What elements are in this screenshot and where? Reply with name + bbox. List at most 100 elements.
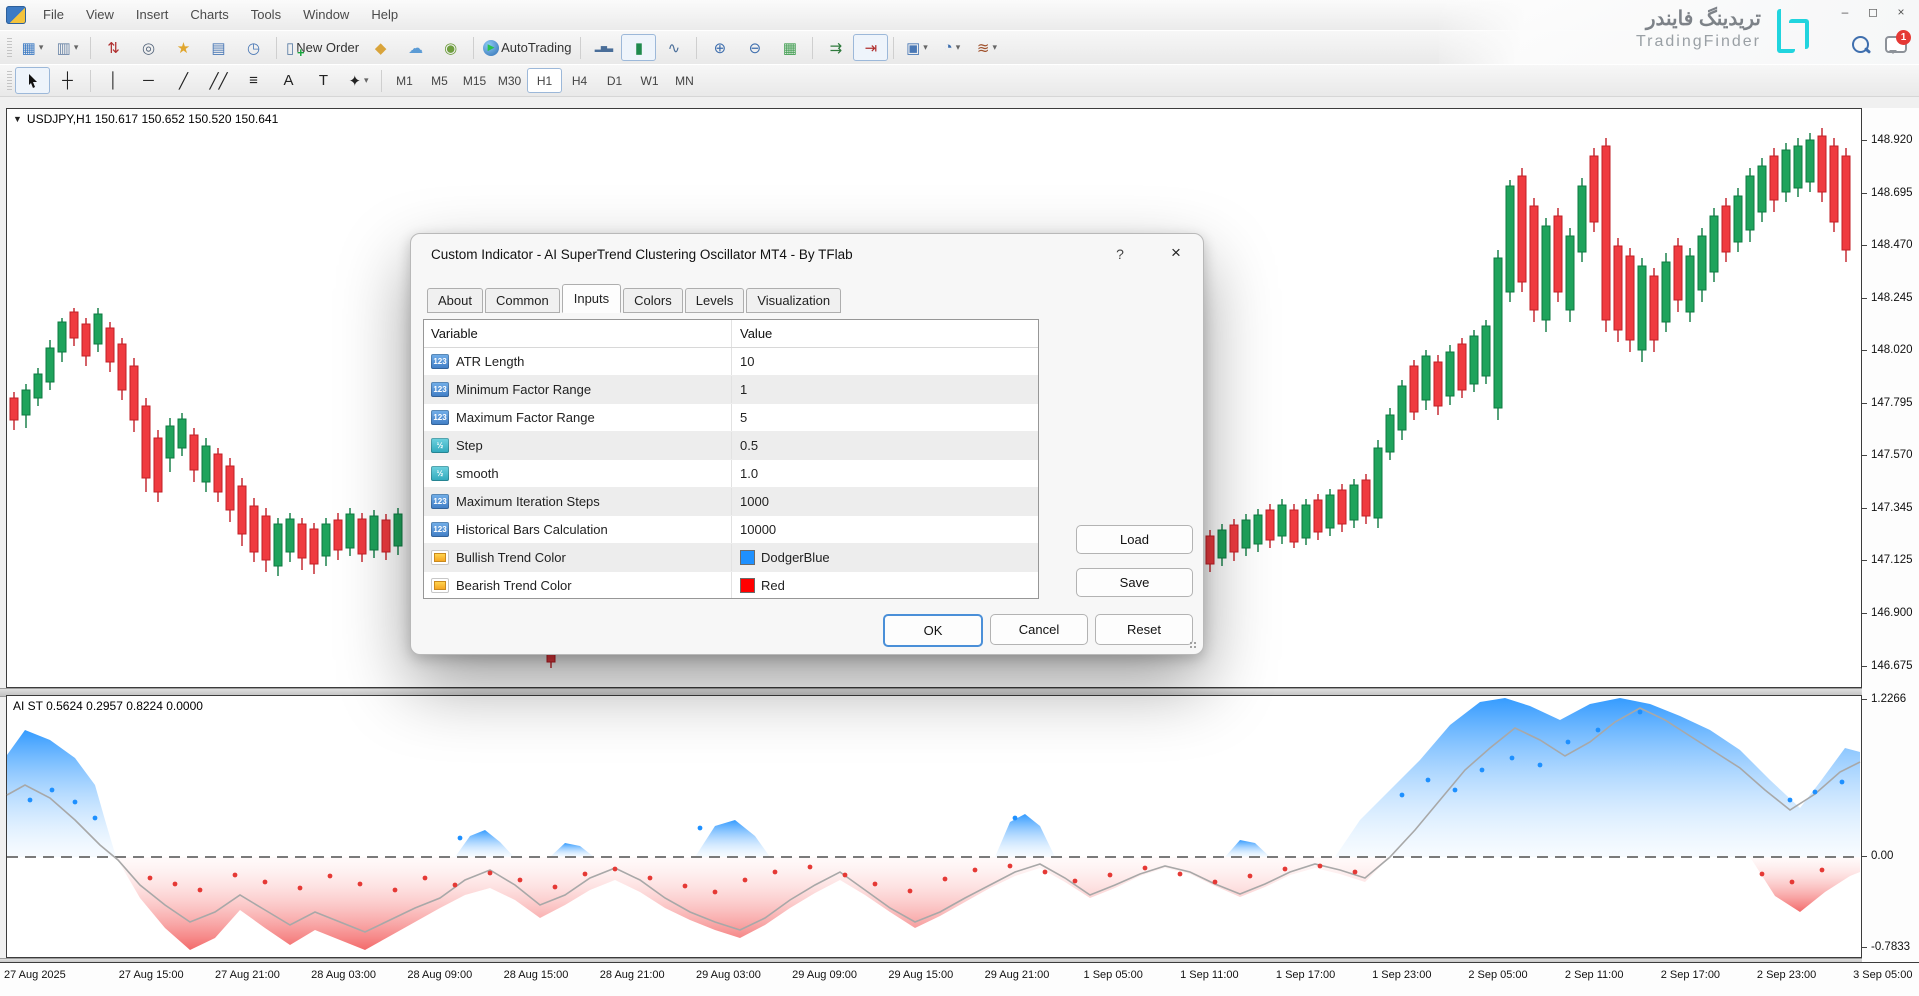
chart-shift-button[interactable]: ⇥: [853, 34, 888, 61]
tab-common[interactable]: Common: [485, 288, 560, 313]
dropdown-arrow-icon[interactable]: ▾: [74, 42, 79, 53]
parameter-row[interactable]: 123Maximum Iteration Steps1000: [424, 488, 1038, 516]
autotrading-button[interactable]: ▶AutoTrading: [479, 34, 575, 61]
terminal-button[interactable]: ▤: [201, 34, 236, 61]
tile-windows-button[interactable]: ▦: [772, 34, 807, 61]
timeframe-m1[interactable]: M1: [387, 68, 422, 93]
parameter-row[interactable]: 123Minimum Factor Range1: [424, 376, 1038, 404]
timeframe-m5[interactable]: M5: [422, 68, 457, 93]
ok-button[interactable]: OK: [883, 614, 983, 647]
tab-inputs[interactable]: Inputs: [562, 284, 621, 313]
horizontal-line-button[interactable]: ─: [131, 67, 166, 94]
timeframe-m15[interactable]: M15: [457, 68, 492, 93]
close-button[interactable]: ×: [1889, 2, 1913, 22]
parameter-value[interactable]: DodgerBlue: [732, 544, 1038, 571]
menu-file[interactable]: File: [32, 3, 75, 26]
new-order-button[interactable]: ▯+New Order: [282, 34, 363, 61]
periods-button[interactable]: ◔▾: [934, 34, 969, 61]
timeframe-m30[interactable]: M30: [492, 68, 527, 93]
text-label-button[interactable]: T: [306, 67, 341, 94]
timeframe-h1[interactable]: H1: [527, 68, 562, 93]
tab-visualization[interactable]: Visualization: [746, 288, 841, 313]
dropdown-arrow-icon[interactable]: ▾: [364, 75, 369, 86]
parameter-row[interactable]: 123ATR Length10: [424, 348, 1038, 376]
zoom-in-button[interactable]: ⊕: [702, 34, 737, 61]
parameter-value[interactable]: 1000: [732, 488, 1038, 515]
market-watch-button[interactable]: ⇅: [96, 34, 131, 61]
restore-button[interactable]: ◻: [1861, 2, 1885, 22]
profiles-button[interactable]: ▥▾: [50, 34, 85, 61]
parameter-row[interactable]: Bullish Trend ColorDodgerBlue: [424, 544, 1038, 572]
market-button[interactable]: ◆: [363, 34, 398, 61]
timeframe-d1[interactable]: D1: [597, 68, 632, 93]
reset-button[interactable]: Reset: [1095, 614, 1193, 645]
price-axis-label: 147.125: [1862, 554, 1913, 566]
zoom-out-button[interactable]: ⊖: [737, 34, 772, 61]
menu-insert[interactable]: Insert: [125, 3, 180, 26]
timeframe-w1[interactable]: W1: [632, 68, 667, 93]
parameter-row[interactable]: 123Maximum Factor Range5: [424, 404, 1038, 432]
menu-tools[interactable]: Tools: [240, 3, 292, 26]
bar-chart-button[interactable]: ▂▅▃: [586, 34, 621, 61]
parameter-row[interactable]: ½smooth1.0: [424, 460, 1038, 488]
parameter-row[interactable]: ½Step0.5: [424, 432, 1038, 460]
line-chart-button[interactable]: ∿: [656, 34, 691, 61]
save-button[interactable]: Save: [1076, 568, 1193, 597]
tab-levels[interactable]: Levels: [685, 288, 745, 313]
price-axis-label: 146.675: [1862, 660, 1913, 672]
text-button[interactable]: A: [271, 67, 306, 94]
indicators-button[interactable]: ≋▾: [969, 34, 1004, 61]
new-chart-button[interactable]: ▦▾: [15, 34, 50, 61]
menu-charts[interactable]: Charts: [179, 3, 239, 26]
menu-help[interactable]: Help: [360, 3, 409, 26]
fibonacci-button[interactable]: ≡: [236, 67, 271, 94]
parameter-value[interactable]: 1.0: [732, 460, 1038, 487]
channel-button[interactable]: ╱╱: [201, 67, 236, 94]
parameter-value[interactable]: 5: [732, 404, 1038, 431]
timeframe-mn[interactable]: MN: [667, 68, 702, 93]
favorites-button[interactable]: ★: [166, 34, 201, 61]
dropdown-arrow-icon[interactable]: ▾: [956, 42, 961, 53]
resize-grip[interactable]: [1189, 641, 1197, 649]
timeframe-h4[interactable]: H4: [562, 68, 597, 93]
navigator-button[interactable]: ◎: [131, 34, 166, 61]
chat-icon[interactable]: 1: [1885, 36, 1907, 53]
dialog-close-icon[interactable]: ×: [1163, 243, 1189, 263]
parameter-value[interactable]: 1: [732, 376, 1038, 403]
toolbar-grip[interactable]: [7, 38, 12, 58]
trendline-button[interactable]: ╱: [166, 67, 201, 94]
indicator-panel[interactable]: AI ST 0.5624 0.2957 0.8224 0.0000: [6, 695, 1862, 958]
search-icon[interactable]: [1852, 36, 1869, 53]
parameter-value[interactable]: 0.5: [732, 432, 1038, 459]
help-button[interactable]: ?: [1109, 246, 1131, 262]
load-button[interactable]: Load: [1076, 525, 1193, 554]
minimize-button[interactable]: –: [1833, 2, 1857, 22]
tab-about[interactable]: About: [427, 288, 483, 313]
cloud-button[interactable]: ☁: [398, 34, 433, 61]
candlestick-chart-button[interactable]: ▮: [621, 34, 656, 61]
parameter-value[interactable]: 10: [732, 348, 1038, 375]
tab-colors[interactable]: Colors: [623, 288, 683, 313]
dropdown-arrow-icon[interactable]: ▾: [992, 42, 997, 53]
vertical-line-button[interactable]: │: [96, 67, 131, 94]
toolbar-grip[interactable]: [7, 71, 12, 91]
menu-window[interactable]: Window: [292, 3, 360, 26]
parameter-value[interactable]: 10000: [732, 516, 1038, 543]
strategy-tester-button[interactable]: ◷: [236, 34, 271, 61]
parameter-row[interactable]: Bearish Trend ColorRed: [424, 572, 1038, 599]
cancel-button[interactable]: Cancel: [990, 614, 1088, 645]
signals-button[interactable]: ◉: [433, 34, 468, 61]
templates-button[interactable]: ▣▾: [899, 34, 934, 61]
dropdown-arrow-icon[interactable]: ▾: [923, 42, 928, 53]
crosshair-button[interactable]: ┼: [50, 67, 85, 94]
dropdown-arrow-icon[interactable]: ▾: [39, 42, 44, 53]
channel-icon: ╱╱: [209, 72, 227, 90]
cursor-button[interactable]: [15, 67, 50, 94]
zoomout-icon: ⊖: [749, 39, 762, 57]
parameter-value[interactable]: Red: [732, 572, 1038, 599]
auto-scroll-button[interactable]: ⇉: [818, 34, 853, 61]
parameter-row[interactable]: 123Historical Bars Calculation10000: [424, 516, 1038, 544]
symbol-dropdown-icon[interactable]: ▼: [13, 114, 22, 124]
arrows-button[interactable]: ✦▾: [341, 67, 376, 94]
menu-view[interactable]: View: [75, 3, 125, 26]
